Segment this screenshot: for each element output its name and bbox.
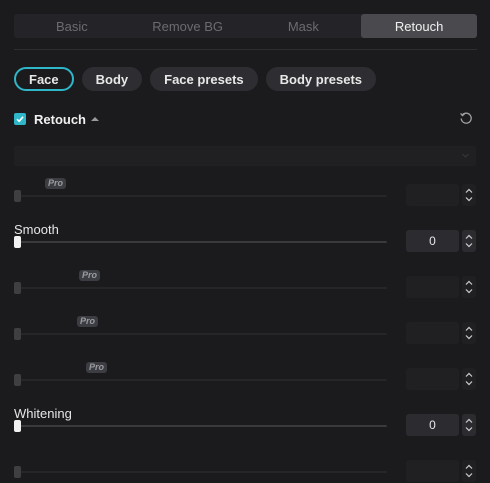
- slider-track[interactable]: [14, 379, 387, 381]
- slider-thumb[interactable]: [14, 466, 21, 478]
- chevron-down-icon[interactable]: [465, 380, 473, 386]
- value-input[interactable]: [406, 184, 459, 206]
- chevron-up-icon[interactable]: [465, 464, 473, 470]
- section-title: Retouch: [34, 111, 86, 127]
- check-icon: [16, 116, 24, 123]
- pill-body[interactable]: Body: [81, 67, 143, 91]
- reset-icon[interactable]: [459, 111, 473, 125]
- value-input[interactable]: [406, 322, 459, 344]
- tab-bar: Basic Remove BG Mask Retouch: [14, 14, 477, 38]
- chevron-up-icon[interactable]: [465, 188, 473, 194]
- value-stepper[interactable]: [462, 368, 476, 390]
- chevron-down-icon[interactable]: [465, 334, 473, 340]
- pill-face-presets[interactable]: Face presets: [150, 67, 258, 91]
- value-stepper[interactable]: [462, 230, 476, 252]
- slider-thumb[interactable]: [14, 236, 21, 248]
- tab-basic[interactable]: Basic: [14, 14, 130, 38]
- value-input[interactable]: 0: [406, 230, 459, 252]
- chevron-down-icon[interactable]: [465, 288, 473, 294]
- slider-thumb[interactable]: [14, 328, 21, 340]
- slider-track[interactable]: [14, 195, 387, 197]
- chevron-up-icon[interactable]: [465, 326, 473, 332]
- value-input[interactable]: [406, 368, 459, 390]
- retouch-category-pills: Face Body Face presets Body presets: [14, 67, 384, 91]
- retouch-checkbox[interactable]: [14, 113, 26, 125]
- tabs-divider: [14, 49, 477, 50]
- pro-badge: Pro: [86, 362, 108, 373]
- slider-track[interactable]: [14, 425, 387, 427]
- chevron-down-icon[interactable]: [465, 242, 473, 248]
- preset-dropdown[interactable]: [14, 146, 476, 166]
- value-input[interactable]: [406, 460, 459, 482]
- slider-thumb[interactable]: [14, 374, 21, 386]
- pro-badge: Pro: [79, 270, 101, 281]
- slider-track[interactable]: [14, 287, 387, 289]
- value-input[interactable]: 0: [406, 414, 459, 436]
- slider-thumb[interactable]: [14, 420, 21, 432]
- slider-label: Whitening: [14, 406, 72, 421]
- value-stepper[interactable]: [462, 460, 476, 482]
- tab-mask[interactable]: Mask: [246, 14, 362, 38]
- pill-body-presets[interactable]: Body presets: [265, 67, 377, 91]
- slider-track[interactable]: [14, 471, 387, 473]
- chevron-up-icon[interactable]: [465, 280, 473, 286]
- value-input[interactable]: [406, 276, 459, 298]
- value-stepper[interactable]: [462, 322, 476, 344]
- chevron-up-icon[interactable]: [465, 372, 473, 378]
- slider-label: Smooth: [14, 222, 59, 237]
- collapse-caret-icon[interactable]: [91, 117, 99, 121]
- chevron-down-icon[interactable]: [465, 426, 473, 432]
- tab-retouch[interactable]: Retouch: [361, 14, 477, 38]
- chevron-down-icon: [462, 153, 469, 158]
- chevron-down-icon[interactable]: [465, 196, 473, 202]
- slider-thumb[interactable]: [14, 282, 21, 294]
- slider-track[interactable]: [14, 241, 387, 243]
- pro-badge: Pro: [77, 316, 99, 327]
- chevron-down-icon[interactable]: [465, 472, 473, 478]
- retouch-section-header: Retouch: [14, 110, 477, 128]
- chevron-up-icon[interactable]: [465, 234, 473, 240]
- value-stepper[interactable]: [462, 414, 476, 436]
- chevron-up-icon[interactable]: [465, 418, 473, 424]
- pro-badge: Pro: [45, 178, 67, 189]
- tab-remove-bg[interactable]: Remove BG: [130, 14, 246, 38]
- pill-face[interactable]: Face: [14, 67, 74, 91]
- slider-thumb[interactable]: [14, 190, 21, 202]
- slider-track[interactable]: [14, 333, 387, 335]
- value-stepper[interactable]: [462, 276, 476, 298]
- value-stepper[interactable]: [462, 184, 476, 206]
